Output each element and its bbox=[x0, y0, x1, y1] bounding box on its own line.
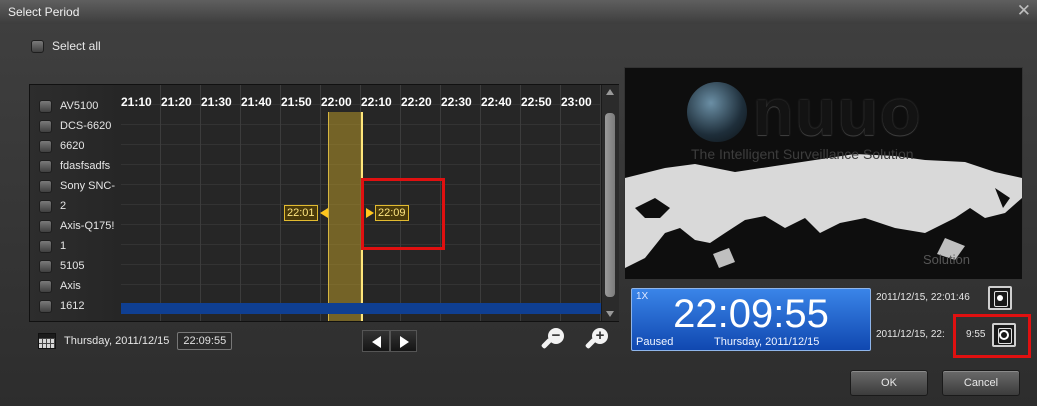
clock-date: Thursday, 2011/12/15 bbox=[714, 336, 820, 348]
channel-label: 6620 bbox=[60, 140, 85, 152]
bookmark-start-time: 2011/12/15, 22:01:46 bbox=[876, 292, 970, 303]
channel-item[interactable]: 5105 bbox=[39, 256, 121, 276]
channel-checkbox[interactable] bbox=[39, 299, 52, 313]
channel-label: Axis bbox=[60, 280, 81, 292]
channel-list: AV5100 DCS-6620 6620 fdasfsadfs Sony SNC… bbox=[30, 85, 121, 321]
channel-item[interactable]: Axis-Q175! bbox=[39, 216, 121, 236]
channel-checkbox[interactable] bbox=[39, 139, 52, 153]
channel-checkbox[interactable] bbox=[39, 179, 52, 193]
channel-item[interactable]: 6620 bbox=[39, 136, 121, 156]
hour-label: 22:10 bbox=[361, 95, 392, 109]
time-field[interactable]: 22:09:55 bbox=[177, 332, 233, 350]
hour-ruler: 21:10 21:20 21:30 21:40 21:50 22:00 22:1… bbox=[121, 95, 601, 113]
video-preview: nuuo The Intelligent Surveillance Soluti… bbox=[624, 67, 1023, 280]
faint-caption: Solution bbox=[923, 252, 970, 267]
start-time-marker[interactable]: 22:01 bbox=[284, 205, 318, 221]
hour-label: 21:30 bbox=[201, 95, 232, 109]
window-title: Select Period bbox=[8, 5, 80, 19]
channel-checkbox[interactable] bbox=[39, 239, 52, 253]
frame-navigation bbox=[362, 330, 417, 352]
highlight-box bbox=[953, 314, 1031, 358]
next-arrow-icon bbox=[399, 336, 409, 348]
highlight-box bbox=[361, 178, 445, 250]
clock-time: 22:09:55 bbox=[673, 292, 829, 336]
channel-item[interactable]: 2 bbox=[39, 196, 121, 216]
recording-band bbox=[121, 303, 601, 314]
channel-label: 1612 bbox=[60, 300, 85, 312]
hour-label: 22:40 bbox=[481, 95, 512, 109]
channel-item[interactable]: 1612 bbox=[39, 296, 121, 316]
previous-button[interactable] bbox=[362, 330, 390, 352]
channel-item[interactable]: DCS-6620 bbox=[39, 116, 121, 136]
globe-icon bbox=[687, 82, 747, 142]
zoom-out-icon[interactable]: − bbox=[540, 328, 565, 354]
hour-label: 21:20 bbox=[161, 95, 192, 109]
channel-label: fdasfsadfs bbox=[60, 160, 111, 172]
hour-label: 21:40 bbox=[241, 95, 272, 109]
date-bar: Thursday, 2011/12/15 22:09:55 bbox=[38, 332, 233, 350]
select-all-checkbox[interactable]: Select all bbox=[31, 39, 101, 53]
hour-label: 22:00 bbox=[321, 95, 352, 109]
channel-item[interactable]: AV5100 bbox=[39, 96, 121, 116]
hour-label: 22:50 bbox=[521, 95, 552, 109]
playback-clock: 1X 22:09:55 Paused Thursday, 2011/12/15 bbox=[631, 288, 871, 351]
hour-label: 22:20 bbox=[401, 95, 432, 109]
hour-label: 21:50 bbox=[281, 95, 312, 109]
channel-checkbox[interactable] bbox=[39, 279, 52, 293]
scroll-thumb[interactable] bbox=[605, 113, 615, 297]
selection-range[interactable] bbox=[328, 112, 363, 321]
hour-label: 23:00 bbox=[561, 95, 592, 109]
channel-label: Axis-Q175! bbox=[60, 220, 115, 232]
channel-item[interactable]: fdasfsadfs bbox=[39, 156, 121, 176]
timeline-scrollbar[interactable] bbox=[601, 85, 619, 321]
current-date: Thursday, 2011/12/15 bbox=[64, 335, 170, 347]
playback-state: Paused bbox=[636, 336, 674, 348]
channel-label: Sony SNC- bbox=[60, 180, 116, 192]
checkbox-icon[interactable] bbox=[31, 39, 44, 53]
channel-item[interactable]: 1 bbox=[39, 236, 121, 256]
hour-label: 21:10 bbox=[121, 95, 152, 109]
channel-label: 5105 bbox=[60, 260, 85, 272]
prev-arrow-icon bbox=[372, 336, 381, 348]
tagline: The Intelligent Surveillance Solution bbox=[691, 146, 914, 162]
channel-checkbox[interactable] bbox=[39, 159, 52, 173]
brand-text: nuuo bbox=[753, 75, 923, 149]
channel-item[interactable]: Axis bbox=[39, 276, 121, 296]
channel-label: 2 bbox=[60, 200, 67, 212]
bookmark-end-time: 2011/12/15, 22: bbox=[876, 329, 945, 340]
channel-checkbox[interactable] bbox=[39, 259, 52, 273]
scroll-up-icon[interactable] bbox=[606, 89, 614, 95]
hour-label: 22:30 bbox=[441, 95, 472, 109]
brand-logo: nuuo bbox=[687, 75, 923, 149]
cancel-button[interactable]: Cancel bbox=[942, 370, 1020, 396]
next-button[interactable] bbox=[389, 330, 417, 352]
close-icon[interactable]: ✕ bbox=[1017, 1, 1031, 21]
channel-checkbox[interactable] bbox=[39, 119, 52, 133]
title-bar: Select Period ✕ bbox=[0, 0, 1037, 25]
channel-checkbox[interactable] bbox=[39, 99, 52, 113]
scroll-down-icon[interactable] bbox=[606, 311, 614, 317]
select-all-label: Select all bbox=[52, 39, 101, 53]
channel-label: 1 bbox=[60, 240, 67, 252]
channel-checkbox[interactable] bbox=[39, 219, 52, 233]
zoom-in-icon[interactable]: + bbox=[584, 328, 609, 354]
calendar-icon[interactable] bbox=[38, 333, 56, 349]
channel-checkbox[interactable] bbox=[39, 199, 52, 213]
timeline-panel: AV5100 DCS-6620 6620 fdasfsadfs Sony SNC… bbox=[29, 84, 619, 322]
channel-item[interactable]: Sony SNC- bbox=[39, 176, 121, 196]
start-handle-icon[interactable] bbox=[320, 208, 328, 218]
set-start-icon[interactable] bbox=[988, 286, 1012, 310]
ok-button[interactable]: OK bbox=[850, 370, 928, 396]
channel-label: DCS-6620 bbox=[60, 120, 112, 132]
channel-label: AV5100 bbox=[60, 100, 99, 112]
